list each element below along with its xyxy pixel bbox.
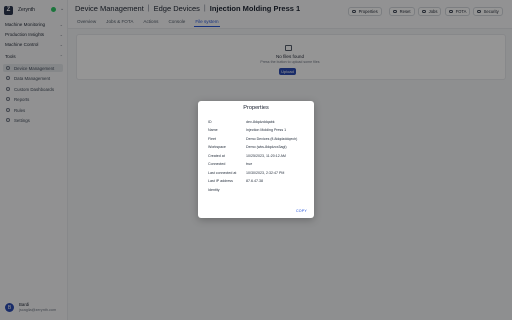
properties-dialog: Properties ID dev-8dqdzddqabk Name Injec… bbox=[198, 101, 314, 218]
property-row-identity: Identity bbox=[208, 188, 308, 194]
property-value: Demo (wks-8dqdzcx3agi) bbox=[246, 145, 287, 149]
dialog-title: Properties bbox=[243, 105, 269, 111]
property-row-name: Name Injection Molding Press 1 bbox=[208, 128, 308, 134]
property-label: Connected bbox=[208, 162, 226, 166]
property-row-connected: Connected true bbox=[208, 162, 308, 168]
property-label: ID bbox=[208, 120, 212, 124]
property-row-fleet: Fleet Demo Devices (fl-8dqdzddqech) bbox=[208, 137, 308, 143]
property-value: 10/25/2023, 11:20:12 AM bbox=[246, 154, 286, 158]
property-label: Last connected at bbox=[208, 171, 237, 175]
property-row-last-ip-address: Last IP address 87.6.47.38 bbox=[208, 179, 308, 185]
property-row-created-at: Created at 10/25/2023, 11:20:12 AM bbox=[208, 154, 308, 160]
property-value: 10/30/2023, 2:32:47 PM bbox=[246, 171, 285, 175]
property-label: Last IP address bbox=[208, 179, 233, 183]
property-value: dev-8dqdzddqabk bbox=[246, 120, 275, 124]
property-label: Identity bbox=[208, 188, 220, 192]
property-value: Injection Molding Press 1 bbox=[246, 128, 287, 132]
property-label: Created at bbox=[208, 154, 225, 158]
property-value: 87.6.47.38 bbox=[246, 179, 263, 183]
property-label: Workspace bbox=[208, 145, 226, 149]
property-row-last-connected-at: Last connected at 10/30/2023, 2:32:47 PM bbox=[208, 171, 308, 177]
copy-button[interactable]: COPY bbox=[296, 209, 307, 213]
property-label: Fleet bbox=[208, 137, 216, 141]
property-value: true bbox=[246, 162, 253, 166]
property-row-workspace: Workspace Demo (wks-8dqdzcx3agi) bbox=[208, 145, 308, 151]
property-value: Demo Devices (fl-8dqdzddqech) bbox=[246, 137, 298, 141]
property-row-id: ID dev-8dqdzddqabk bbox=[208, 120, 308, 126]
property-label: Name bbox=[208, 128, 218, 132]
